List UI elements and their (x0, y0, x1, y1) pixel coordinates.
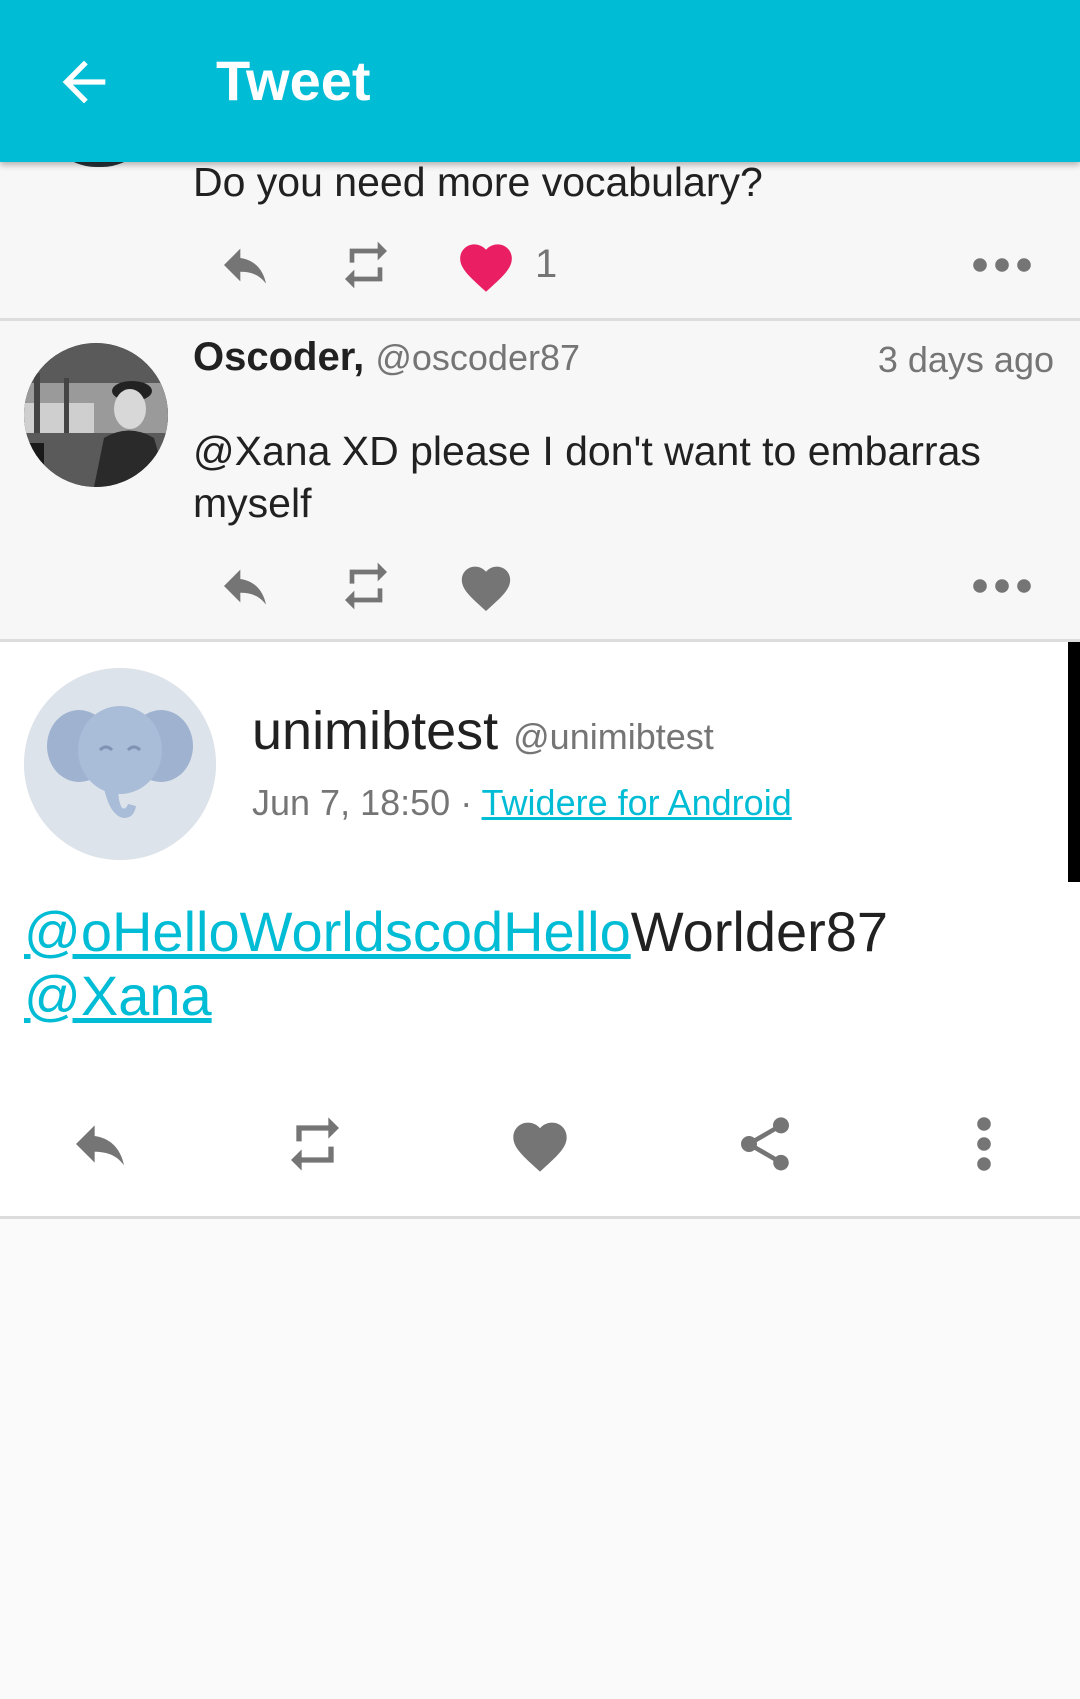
display-name: unimibtest (252, 701, 499, 761)
tweet-text: Do you need more vocabulary? (193, 159, 763, 205)
retweet-icon[interactable] (326, 551, 406, 621)
tweet-text-segment: Worlder87 (630, 900, 889, 963)
arrow-back-icon[interactable] (52, 50, 116, 114)
avatar[interactable] (24, 343, 168, 487)
meta-separator: · (460, 782, 473, 823)
more-horiz-icon[interactable] (962, 551, 1042, 621)
user-name[interactable]: Oscoder, @oscoder87 (193, 335, 580, 380)
display-name: Oscoder, (193, 335, 365, 379)
page-title: Tweet (216, 49, 371, 112)
share-icon[interactable] (715, 1094, 815, 1194)
tweet-actions (0, 551, 1080, 621)
tweet-card-reply[interactable]: Oscoder, @oscoder87 3 days ago @Xana XD … (0, 321, 1080, 642)
retweet-icon[interactable] (326, 230, 406, 300)
source-link[interactable]: Twidere for Android (482, 782, 792, 823)
more-vert-icon[interactable] (934, 1094, 1034, 1194)
elephant-icon (24, 668, 216, 860)
user-handle: @oscoder87 (375, 337, 580, 378)
mention-link[interactable]: @Xana (24, 964, 212, 1027)
avatar[interactable] (24, 668, 216, 860)
tweet-text-line: @Xana XD please I don't want to embarras (193, 428, 981, 474)
tweet-actions-main (0, 1094, 1080, 1194)
heart-icon[interactable] (446, 551, 526, 621)
more-horiz-icon[interactable] (962, 230, 1042, 300)
tweet-text: @oHelloWorldscodHelloWorlder87 @Xana (24, 900, 1024, 1028)
tweet-date: Jun 7, 18:50 (252, 782, 451, 823)
timestamp: 3 days ago (877, 339, 1054, 380)
user-name[interactable]: unimibtest @unimibtest (252, 700, 714, 762)
tweet-meta: Jun 7, 18:50 · Twidere for Android (252, 782, 792, 824)
app-bar: Tweet (0, 0, 1080, 162)
tweet-text-line: myself (193, 480, 312, 526)
tweet-card-main: unimibtest @unimibtest Jun 7, 18:50 · Tw… (0, 642, 1080, 1219)
like-count: 1 (535, 242, 558, 286)
retweet-icon[interactable] (265, 1094, 365, 1194)
heart-icon[interactable] (490, 1094, 590, 1194)
heart-icon[interactable] (446, 230, 526, 300)
reply-icon[interactable] (50, 1094, 150, 1194)
reply-icon[interactable] (205, 551, 285, 621)
user-handle: @unimibtest (513, 716, 714, 757)
scrollbar[interactable] (1068, 642, 1080, 882)
reply-icon[interactable] (205, 230, 285, 300)
mention-link[interactable]: @oHelloWorldscodHello (24, 900, 631, 963)
tweet-actions: 1 (0, 230, 1080, 300)
tweet-text: @Xana XD please I don't want to embarras… (193, 425, 981, 529)
